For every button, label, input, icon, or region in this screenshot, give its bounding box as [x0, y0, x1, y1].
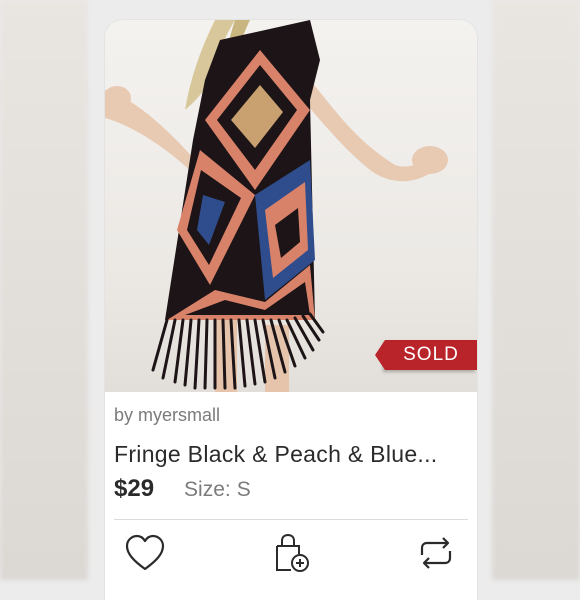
listing-title[interactable]: Fringe Black & Peach & Blue... — [114, 441, 472, 468]
background-blur-right — [492, 0, 580, 580]
seller-name[interactable]: by myersmall — [114, 405, 220, 426]
listing-photo[interactable]: SOLD — [105, 20, 477, 392]
sold-badge: SOLD — [375, 340, 477, 370]
listing-card[interactable]: SOLD by myersmall Fringe Black & Peach &… — [105, 20, 477, 600]
like-button[interactable] — [123, 531, 167, 575]
share-button[interactable] — [414, 531, 458, 575]
price-size-row: $29 Size: S — [114, 475, 251, 503]
add-to-bundle-button[interactable] — [269, 531, 313, 575]
price: $29 — [114, 475, 155, 502]
shopping-bag-plus-icon — [276, 533, 309, 572]
size-label: Size: — [184, 478, 231, 501]
dress-photo-illustration — [105, 20, 448, 392]
divider — [114, 519, 468, 520]
share-repost-icon — [420, 537, 452, 569]
heart-icon — [125, 534, 165, 571]
background-blur-left — [0, 0, 88, 580]
size-value: S — [236, 478, 251, 501]
